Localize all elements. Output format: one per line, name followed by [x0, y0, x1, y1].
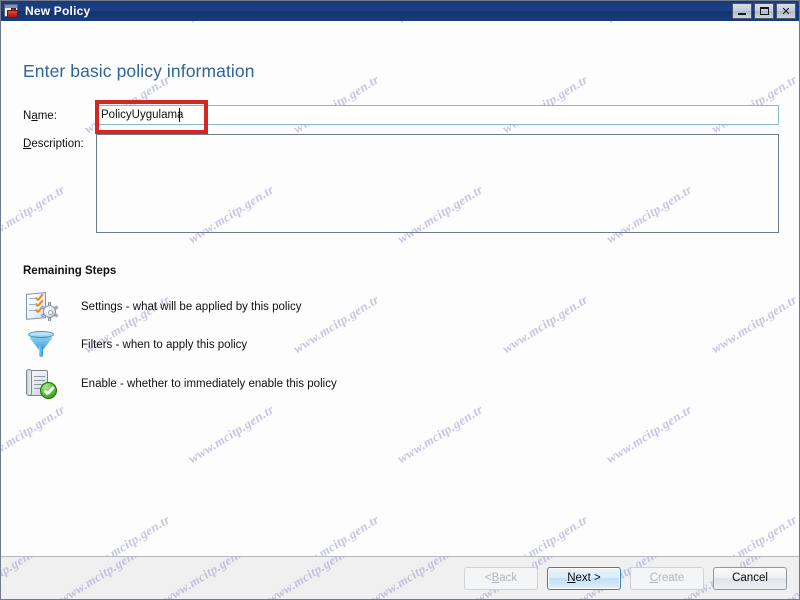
remaining-step-settings: Settings - what will be applied by this … [23, 289, 543, 325]
create-button[interactable]: Create [630, 566, 704, 590]
window-controls: ✕ [732, 3, 796, 19]
policy-window-icon [4, 3, 20, 19]
remaining-step-filters: Filters - when to apply this policy [23, 327, 543, 363]
watermark-text: www.mcitp.gen.tr [160, 557, 252, 599]
cancel-button[interactable]: Cancel [713, 566, 787, 590]
dialog-footer: www.mcitp.gen.tr www.mcitp.gen.tr www.mcit… [1, 556, 799, 599]
filter-funnel-icon [23, 327, 59, 363]
minimize-button[interactable] [732, 3, 752, 19]
title-bar[interactable]: New Policy ✕ [1, 1, 799, 21]
remaining-step-label: Filters - when to apply this policy [81, 339, 248, 351]
window-title: New Policy [25, 4, 91, 18]
watermark-text: www.mcitp.gen.tr [264, 557, 356, 599]
enable-document-check-icon [23, 366, 59, 402]
close-button[interactable]: ✕ [776, 3, 796, 19]
watermark-text: www.mcitp.gen.tr [56, 557, 148, 599]
wizard-page: Enter basic policy information Name: Des… [1, 21, 799, 557]
remaining-step-enable: Enable - whether to immediately enable t… [23, 366, 543, 402]
new-policy-window: New Policy ✕ www.mcitp.gen.tr www.mcitp.g… [0, 0, 800, 600]
watermark-text: www.mcitp.gen.tr [368, 557, 460, 599]
dialog-client-area: www.mcitp.gen.tr www.mcitp.gen.tr www.mcit… [1, 21, 799, 599]
name-input[interactable] [96, 105, 779, 125]
remaining-step-label: Enable - whether to immediately enable t… [81, 378, 337, 390]
remaining-step-label: Settings - what will be applied by this … [81, 301, 302, 313]
name-label: Name: [23, 110, 57, 122]
description-label: Description: [23, 138, 84, 150]
maximize-button[interactable] [754, 3, 774, 19]
back-button[interactable]: < Back [464, 566, 538, 590]
remaining-steps-heading: Remaining Steps [23, 265, 117, 277]
settings-checklist-icon [23, 289, 59, 325]
description-input[interactable] [96, 134, 779, 233]
next-button[interactable]: Next > [547, 566, 621, 590]
watermark-text: www.mcitp.gen.tr [1, 557, 44, 599]
page-title: Enter basic policy information [23, 61, 255, 81]
text-cursor [179, 108, 180, 122]
